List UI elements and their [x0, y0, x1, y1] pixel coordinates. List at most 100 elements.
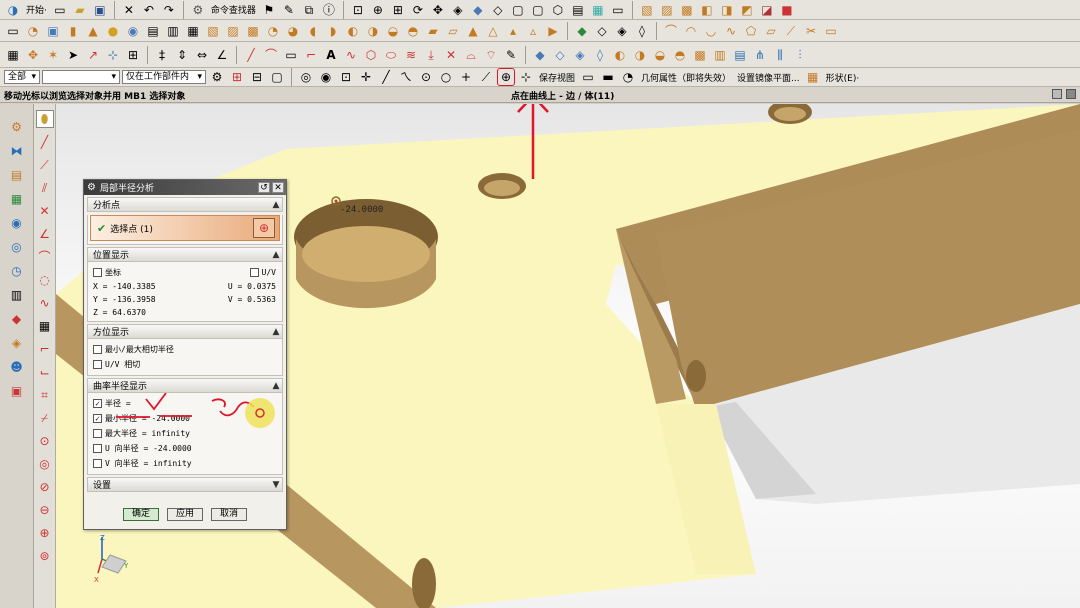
dialog-title-bar[interactable]: ⚙ 局部半径分析 ↺ ✕ [84, 180, 286, 195]
iso-view-icon[interactable]: ⬡ [549, 1, 567, 19]
circle-radius-icon[interactable]: ⊖ [36, 501, 54, 519]
roles-icon[interactable]: ☻ [8, 358, 26, 376]
minmax-tangent-checkbox[interactable] [93, 345, 102, 354]
sew-icon[interactable]: ▶ [544, 22, 562, 40]
section-orientation-display[interactable]: 方位显示 ▲ [87, 324, 283, 339]
layer-icon[interactable]: ▤ [569, 1, 587, 19]
plane-icon[interactable]: ⊞ [124, 46, 142, 64]
thicken-icon[interactable]: △ [484, 22, 502, 40]
curve-icon[interactable]: ⌒ [662, 22, 680, 40]
section-curvature-display[interactable]: 曲率半径显示 ▲ [87, 378, 283, 393]
assembly-navigator-icon[interactable]: ⚙ [8, 118, 26, 136]
arc-icon[interactable]: ⌒ [262, 46, 280, 64]
redo-icon[interactable]: ↷ [160, 1, 178, 19]
polygon-icon[interactable]: ⬡ [362, 46, 380, 64]
save-icon[interactable]: ▣ [91, 1, 109, 19]
csys-icon[interactable]: ⊹ [104, 46, 122, 64]
new-icon[interactable]: ▭ [4, 22, 22, 40]
close-icon[interactable]: ✕ [272, 182, 284, 193]
constraint-navigator-icon[interactable]: ⧓ [8, 142, 26, 160]
point-on-curve-icon[interactable]: ⟋ [477, 68, 495, 86]
delete-face-icon[interactable]: ◈ [613, 22, 631, 40]
groove-icon[interactable]: ▨ [224, 22, 242, 40]
select-all-icon[interactable]: ⊞ [228, 68, 246, 86]
uv-checkbox[interactable] [249, 268, 259, 277]
circle-point-icon[interactable]: ⊚ [36, 547, 54, 565]
snap-midpoint-icon[interactable]: ◉ [317, 68, 335, 86]
snap-existing-icon[interactable]: + [457, 68, 475, 86]
clock-icon[interactable]: ◷ [8, 262, 26, 280]
uv-tangent-checkbox[interactable] [93, 360, 102, 369]
feature-icon-4[interactable]: ◧ [698, 1, 716, 19]
line-tool-icon[interactable]: ╱ [36, 133, 54, 151]
circle-center-icon[interactable]: ⊙ [36, 432, 54, 450]
top-view-icon[interactable]: ▢ [529, 1, 547, 19]
circle-tan-icon[interactable]: ⊘ [36, 478, 54, 496]
edge-blend-icon[interactable]: ◐ [344, 22, 362, 40]
surface-icon[interactable]: ◠ [682, 22, 700, 40]
sketch-icon[interactable]: ◔ [24, 22, 42, 40]
slope-icon[interactable]: ◒ [651, 46, 669, 64]
break-tool-icon[interactable]: ⌿ [36, 409, 54, 427]
curvature-analysis-icon[interactable]: ◊ [591, 46, 609, 64]
manufacturing-wizard-icon[interactable]: ◈ [8, 334, 26, 352]
feature-icon-6[interactable]: ◩ [738, 1, 756, 19]
color-icon[interactable]: ▦ [589, 1, 607, 19]
split-body-icon[interactable]: ▱ [444, 22, 462, 40]
intersect-icon[interactable]: ◗ [324, 22, 342, 40]
draft-analysis-icon[interactable]: ◈ [571, 46, 589, 64]
grid-icon[interactable]: ▦ [4, 46, 22, 64]
shell-icon[interactable]: ◒ [384, 22, 402, 40]
nx-logo-icon[interactable]: ◑ [4, 1, 22, 19]
view-layout-icon[interactable]: ▭ [579, 68, 597, 86]
section-icon[interactable]: ▥ [711, 46, 729, 64]
minmax-tangent-row[interactable]: 最小/最大相切半径 [93, 342, 277, 357]
pan-icon[interactable]: ✥ [429, 1, 447, 19]
dim-angle-icon[interactable]: ∠ [213, 46, 231, 64]
draft-icon[interactable]: ◓ [404, 22, 422, 40]
type-filter-dropdown[interactable]: 全部 ▾ [4, 70, 40, 84]
feature-icon-3[interactable]: ▩ [678, 1, 696, 19]
circle-tool-icon[interactable]: ◌ [36, 271, 54, 289]
unite-icon[interactable]: ◕ [284, 22, 302, 40]
snap-arc-center-icon[interactable]: ⊙ [417, 68, 435, 86]
point-dialog-button[interactable]: ⊕ [253, 218, 275, 238]
dim-v-icon[interactable]: ⇕ [173, 46, 191, 64]
pattern-icon[interactable]: ▵ [524, 22, 542, 40]
extension-icon[interactable]: ⟋ [782, 22, 800, 40]
radius-row[interactable]: ✓ 半径 = [93, 396, 277, 411]
command-finder-icon[interactable]: ⚙ [189, 1, 207, 19]
uv-checkbox-row[interactable]: U/V [249, 265, 276, 280]
cross-line-icon[interactable]: ✕ [36, 202, 54, 220]
max-radius-checkbox[interactable] [93, 429, 102, 438]
pad-icon[interactable]: ▦ [184, 22, 202, 40]
point-on-surface-icon[interactable]: ⊕ [497, 68, 515, 86]
view-mode-icon[interactable]: ▬ [599, 68, 617, 86]
filter-dropdown[interactable]: ▾ [42, 70, 120, 84]
section-settings[interactable]: 设置 ▼ [87, 477, 283, 492]
dim-parallel-icon[interactable]: ⇔ [193, 46, 211, 64]
transform-icon[interactable]: ⧉ [300, 1, 318, 19]
resize-icon[interactable]: ◊ [633, 22, 651, 40]
info-icon[interactable]: ⓘ [320, 1, 338, 19]
cylinder-icon[interactable]: ▮ [64, 22, 82, 40]
u-radius-row[interactable]: U 向半径 = -24.0000 [93, 441, 277, 456]
bridge-curve-icon[interactable]: ⌓ [462, 46, 480, 64]
cursor-select-icon[interactable]: ➤ [64, 46, 82, 64]
selection-settings-icon[interactable]: ⚙ [208, 68, 226, 86]
section-view-icon[interactable]: ◔ [619, 68, 637, 86]
face-analysis-icon[interactable]: ◇ [551, 46, 569, 64]
text-icon[interactable]: A [322, 46, 340, 64]
mirror-icon[interactable]: ▴ [504, 22, 522, 40]
command-finder-button[interactable]: 命令查找器 [209, 3, 258, 16]
slot-icon[interactable]: ▧ [204, 22, 222, 40]
select-point-row[interactable]: ✔ 选择点 (1) ⊕ [90, 215, 280, 241]
snap-icon[interactable]: ✥ [24, 46, 42, 64]
mirror-plane-button[interactable]: 设置镜像平面... [735, 71, 802, 84]
ellipse-icon[interactable]: ⬭ [382, 46, 400, 64]
shaded-cube-icon[interactable]: ◆ [469, 1, 487, 19]
wireframe-cube-icon[interactable]: ◇ [489, 1, 507, 19]
status-toggle-icon[interactable] [1052, 89, 1062, 99]
replace-face-icon[interactable]: ◇ [593, 22, 611, 40]
trim-body-icon[interactable]: ▰ [424, 22, 442, 40]
